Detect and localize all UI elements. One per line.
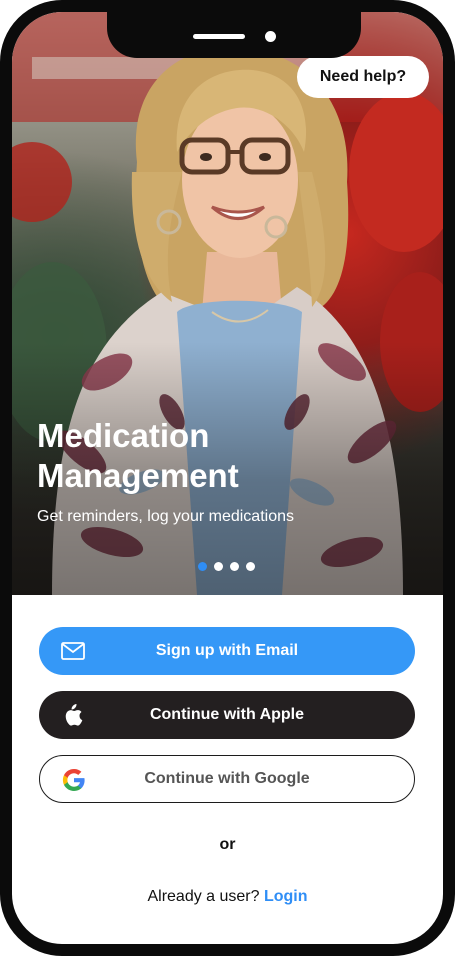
login-prompt: Already a user? bbox=[147, 888, 260, 905]
hero-carousel[interactable]: Need help? Medication Management Get rem… bbox=[12, 12, 443, 595]
divider-or: or bbox=[219, 836, 236, 853]
need-help-button[interactable]: Need help? bbox=[297, 56, 429, 98]
continue-apple-label: Continue with Apple bbox=[149, 706, 305, 723]
login-link[interactable]: Login bbox=[264, 888, 308, 905]
continue-apple-button[interactable]: Continue with Apple bbox=[39, 691, 415, 739]
continue-google-label: Continue with Google bbox=[144, 770, 310, 787]
envelope-icon bbox=[61, 639, 85, 663]
device-notch bbox=[107, 12, 361, 58]
signup-email-label: Sign up with Email bbox=[155, 642, 299, 659]
front-camera bbox=[265, 31, 276, 42]
google-logo-icon bbox=[62, 768, 86, 792]
carousel-dot-4[interactable] bbox=[246, 562, 255, 571]
phone-frame: Need help? Medication Management Get rem… bbox=[0, 0, 455, 956]
carousel-pagination bbox=[198, 562, 255, 571]
carousel-dot-2[interactable] bbox=[214, 562, 223, 571]
carousel-dot-1[interactable] bbox=[198, 562, 207, 571]
carousel-dot-3[interactable] bbox=[230, 562, 239, 571]
hero-title: Medication Management bbox=[37, 417, 239, 494]
continue-google-button[interactable]: Continue with Google bbox=[39, 755, 415, 803]
apple-logo-icon bbox=[61, 703, 85, 727]
login-row: Already a user? Login bbox=[12, 888, 443, 906]
speaker-grille bbox=[193, 34, 245, 39]
hero-subtitle: Get reminders, log your medications bbox=[37, 508, 294, 525]
signup-email-button[interactable]: Sign up with Email bbox=[39, 627, 415, 675]
